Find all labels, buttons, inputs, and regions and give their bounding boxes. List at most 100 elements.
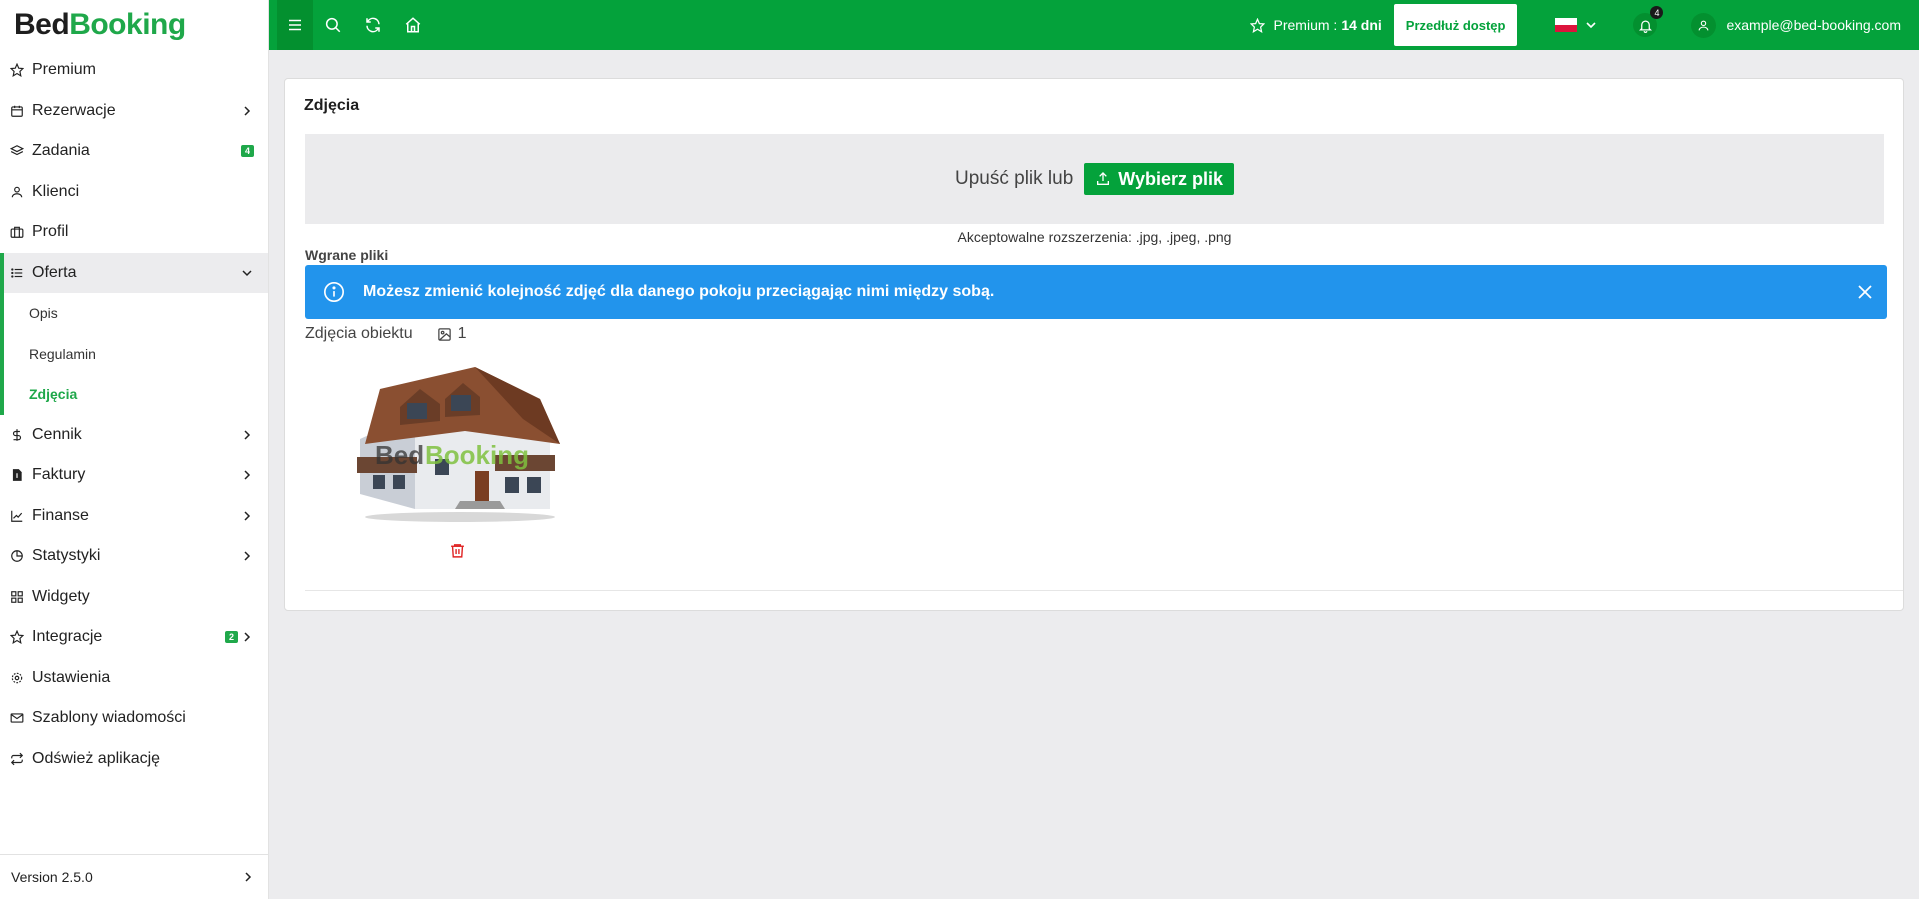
app-logo[interactable]: Bed Booking <box>0 0 268 50</box>
version-label: Version 2.5.0 <box>11 869 93 885</box>
star-icon <box>10 630 24 645</box>
watermark-part2: Booking <box>425 440 529 470</box>
sidebar-item-label: Szablony wiadomości <box>32 709 186 727</box>
sidebar-item-label: Statystyki <box>32 547 101 565</box>
property-photos-label: Zdjęcia obiektu <box>305 325 413 342</box>
premium-label: Premium : <box>1273 17 1338 33</box>
user-menu[interactable]: example@bed-booking.com <box>1691 12 1901 38</box>
top-bar-right: Premium : 14 dni Przedłuż dostęp 4 examp… <box>1249 0 1919 50</box>
property-photos-header: Zdjęcia obiektu 1 <box>305 325 467 343</box>
user-icon <box>10 185 24 199</box>
sidebar-item-widgety[interactable]: Widgety <box>0 577 268 618</box>
page-title: Zdjęcia <box>304 97 360 114</box>
refresh-button[interactable] <box>353 0 393 50</box>
sidebar-item-label: Klienci <box>32 182 80 200</box>
photos-card: Zdjęcia Upuść plik lub Wybierz plik Akce… <box>284 78 1904 611</box>
sidebar-item-finanse[interactable]: Finanse <box>0 496 268 537</box>
chevron-down-icon <box>242 270 252 276</box>
chevron-right-icon <box>245 872 252 882</box>
sidebar-item-label: Zadania <box>32 142 90 160</box>
home-button[interactable] <box>393 0 433 50</box>
sidebar-item-profil[interactable]: Profil <box>0 212 268 253</box>
sidebar-item-odswiez[interactable]: Odśwież aplikację <box>0 739 268 780</box>
language-selector[interactable] <box>1555 18 1597 32</box>
list-icon <box>10 266 24 280</box>
sidebar: Bed Booking Premium Rezerwacje Zadania 4 … <box>0 0 269 899</box>
submenu-item-opis[interactable]: Opis <box>4 293 268 334</box>
upload-icon <box>1097 172 1110 185</box>
sidebar-item-faktury[interactable]: Faktury <box>0 455 268 496</box>
star-icon <box>1249 17 1265 33</box>
sidebar-item-label: Finanse <box>32 506 89 524</box>
menu-toggle-button[interactable] <box>277 0 313 50</box>
sidebar-item-label: Ustawienia <box>32 668 111 686</box>
sidebar-item-label: Oferta <box>32 263 77 281</box>
search-icon <box>325 17 341 33</box>
sidebar-item-label: Integracje <box>32 628 103 646</box>
sidebar-item-klienci[interactable]: Klienci <box>0 172 268 213</box>
sidebar-item-label: Premium <box>32 61 97 79</box>
sidebar-item-label: Rezerwacje <box>32 101 116 119</box>
user-email: example@bed-booking.com <box>1726 17 1901 33</box>
submenu-item-zdjecia[interactable]: Zdjęcia <box>4 374 268 415</box>
sidebar-item-label: Widgety <box>32 587 90 605</box>
notifications-button[interactable]: 4 <box>1633 6 1664 37</box>
home-icon <box>405 17 421 33</box>
star-icon <box>10 63 24 78</box>
property-photos-count: 1 <box>457 325 467 342</box>
extend-access-button[interactable]: Przedłuż dostęp <box>1393 4 1518 46</box>
layers-icon <box>10 144 24 158</box>
search-button[interactable] <box>313 0 353 50</box>
house-photo: Bed Booking <box>357 367 560 522</box>
accepted-extensions: Akceptowalne rozszerzenia: .jpg, .jpeg, … <box>957 229 1232 245</box>
chevron-right-icon <box>244 106 251 116</box>
refresh-arrows-icon <box>10 752 24 766</box>
sidebar-item-label: Cennik <box>32 425 82 443</box>
pie-chart-icon <box>10 549 24 563</box>
dollar-icon <box>10 428 24 442</box>
watermark-part1: Bed <box>375 440 424 470</box>
sidebar-item-label: Faktury <box>32 466 86 484</box>
oferta-submenu: Opis Regulamin Zdjęcia <box>0 293 268 415</box>
info-alert: Możesz zmienić kolejność zdjęć dla daneg… <box>305 265 1887 319</box>
divider <box>305 590 1903 591</box>
version-info[interactable]: Version 2.5.0 <box>0 854 269 899</box>
sidebar-item-integracje[interactable]: Integracje 2 <box>0 617 268 658</box>
integrations-badge: 2 <box>224 631 238 644</box>
photo-thumbnail[interactable]: Bed Booking <box>345 359 565 529</box>
chevron-down-icon <box>1586 22 1597 29</box>
briefcase-icon <box>10 225 24 239</box>
sidebar-item-label: Profil <box>32 223 69 241</box>
chevron-right-icon <box>244 632 251 642</box>
file-dropzone[interactable]: Upuść plik lub Wybierz plik <box>305 134 1884 224</box>
premium-days: 14 dni <box>1341 17 1382 33</box>
top-bar: Premium : 14 dni Przedłuż dostęp 4 examp… <box>269 0 1919 50</box>
sidebar-item-statystyki[interactable]: Statystyki <box>0 536 268 577</box>
sidebar-item-cennik[interactable]: Cennik <box>0 415 268 456</box>
chevron-right-icon <box>244 551 251 561</box>
chart-line-icon <box>10 509 24 523</box>
choose-file-button[interactable]: Wybierz plik <box>1084 163 1234 195</box>
uploaded-files-label: Wgrane pliki <box>305 247 389 263</box>
notifications-count: 4 <box>1650 6 1664 19</box>
sidebar-item-rezerwacje[interactable]: Rezerwacje <box>0 91 268 132</box>
chevron-right-icon <box>244 470 251 480</box>
sidebar-item-oferta[interactable]: Oferta <box>0 252 268 293</box>
sidebar-item-label: Odśwież aplikację <box>32 749 161 767</box>
grid-icon <box>10 590 24 604</box>
sidebar-nav: Premium Rezerwacje Zadania 4 Klienci Pro… <box>0 50 268 293</box>
chevron-right-icon <box>244 430 251 440</box>
calendar-icon <box>10 104 24 118</box>
sidebar-item-szablony[interactable]: Szablony wiadomości <box>0 698 268 739</box>
gear-icon <box>10 671 24 685</box>
trash-icon[interactable] <box>449 542 466 559</box>
invoice-icon <box>10 468 24 482</box>
sidebar-item-premium[interactable]: Premium <box>0 50 268 91</box>
sidebar-item-zadania[interactable]: Zadania 4 <box>0 131 268 172</box>
close-icon[interactable] <box>1857 284 1873 300</box>
sidebar-item-ustawienia[interactable]: Ustawienia <box>0 658 268 699</box>
choose-file-label: Wybierz plik <box>1118 168 1223 189</box>
submenu-item-regulamin[interactable]: Regulamin <box>4 334 268 375</box>
bell-icon <box>1638 20 1652 33</box>
mail-icon <box>10 711 24 725</box>
